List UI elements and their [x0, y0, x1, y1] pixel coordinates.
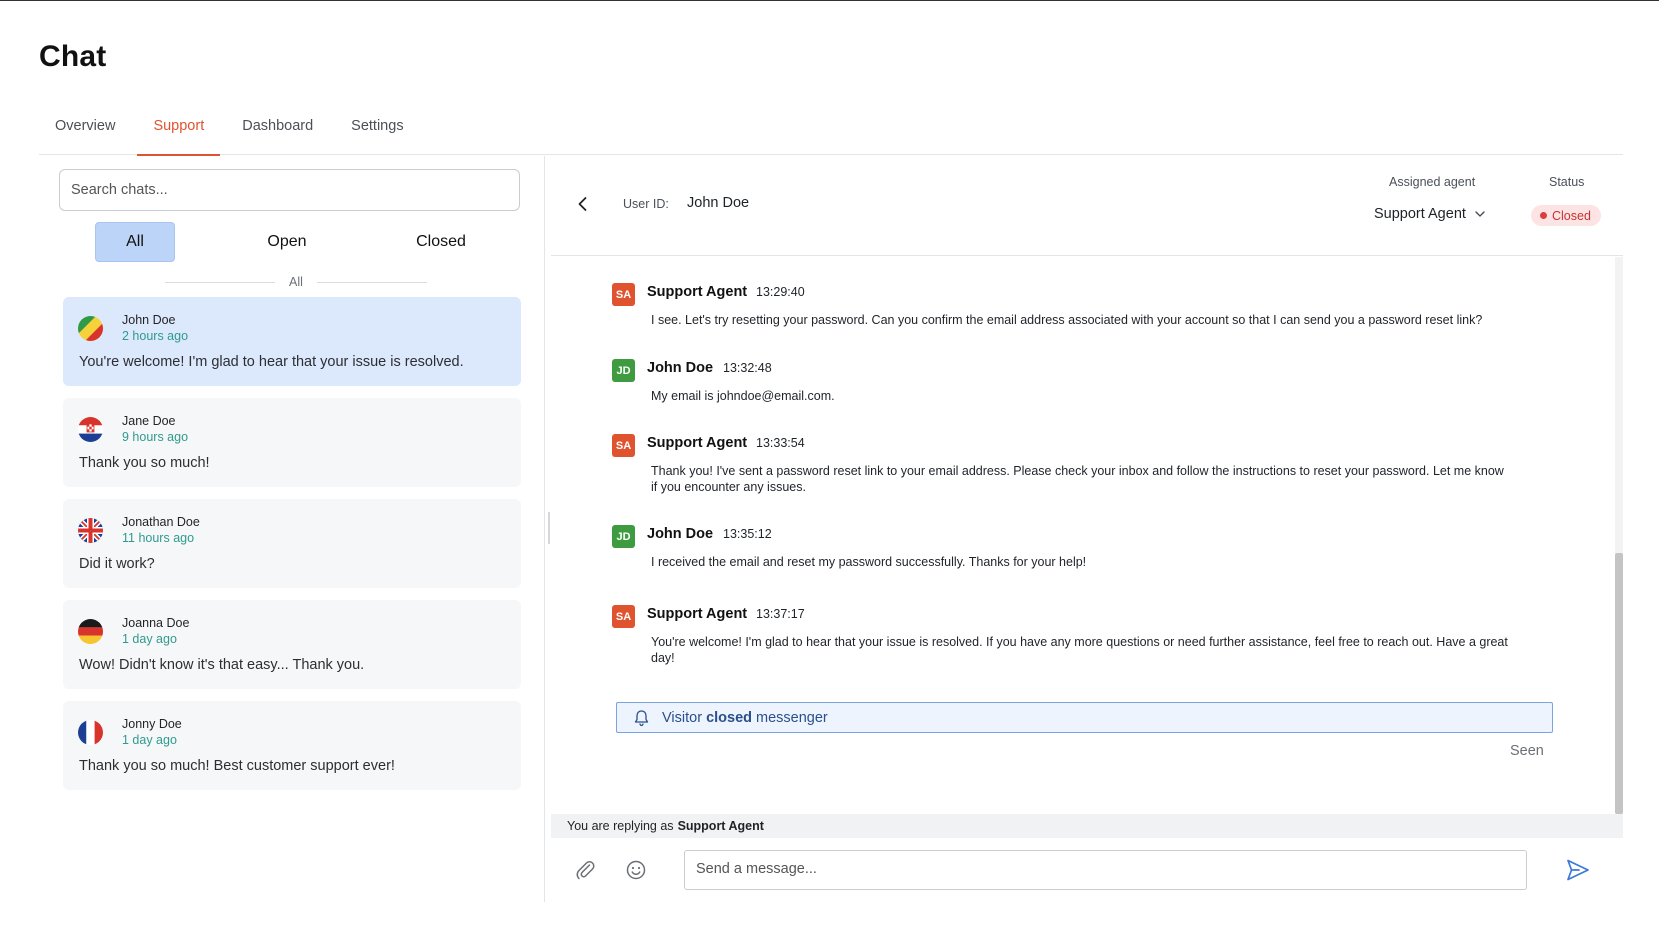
- divider-line-right: [316, 281, 427, 283]
- tab-support[interactable]: Support: [137, 106, 221, 156]
- croatia-flag-icon: [78, 417, 103, 442]
- avatar: JD: [612, 359, 635, 382]
- chevron-left-icon: [578, 197, 587, 211]
- tab-dashboard[interactable]: Dashboard: [226, 106, 329, 155]
- chat-preview: Thank you so much!: [79, 455, 210, 471]
- chat-list-item[interactable]: Joanna Doe 1 day ago Wow! Didn't know it…: [63, 600, 521, 689]
- message-time: 13:37:17: [756, 607, 805, 621]
- filter-closed-button[interactable]: Closed: [401, 222, 481, 262]
- chat-preview: Did it work?: [79, 556, 155, 572]
- chat-list: John Doe 2 hours ago You're welcome! I'm…: [63, 297, 521, 802]
- attach-button[interactable]: [573, 858, 597, 882]
- visitor-closed-notice: Visitor closed messenger: [616, 702, 1553, 733]
- message-sender: Support Agent: [647, 435, 748, 451]
- emoji-button[interactable]: [624, 858, 648, 882]
- divider-line-left: [165, 281, 276, 283]
- send-button[interactable]: [1565, 857, 1591, 883]
- back-button[interactable]: [573, 194, 593, 214]
- chat-list-item[interactable]: Jane Doe 9 hours ago Thank you so much!: [63, 398, 521, 487]
- message-sender: Support Agent: [647, 606, 748, 622]
- paperclip-icon: [576, 860, 595, 880]
- message-input[interactable]: [684, 850, 1527, 890]
- germany-flag-icon: [78, 619, 103, 644]
- message-time: 13:35:12: [723, 527, 772, 541]
- chat-preview: You're welcome! I'm glad to hear that yo…: [79, 354, 464, 370]
- avatar: SA: [612, 283, 635, 306]
- window-top-border: [0, 0, 1659, 1]
- message-text: I received the email and reset my passwo…: [651, 555, 1087, 569]
- scrollbar-thumb[interactable]: [1615, 553, 1623, 814]
- chat-timestamp: 9 hours ago: [122, 430, 189, 444]
- chat-preview: Thank you so much! Best customer support…: [79, 758, 395, 774]
- filter-all-button[interactable]: All: [95, 222, 175, 262]
- status-dot-icon: [1540, 212, 1547, 219]
- avatar: SA: [612, 605, 635, 628]
- france-flag-icon: [78, 720, 103, 745]
- message-time: 13:29:40: [756, 285, 805, 299]
- chevron-down-icon: [1475, 211, 1485, 217]
- send-icon: [1567, 859, 1589, 881]
- scrollbar-track[interactable]: [1615, 257, 1623, 814]
- seen-indicator: Seen: [1510, 743, 1544, 759]
- bell-icon: [634, 709, 649, 726]
- chat-timestamp: 2 hours ago: [122, 329, 189, 343]
- search-input[interactable]: [59, 169, 520, 211]
- message-time: 13:33:54: [756, 436, 805, 450]
- tab-settings[interactable]: Settings: [335, 106, 419, 155]
- message-composer: [551, 838, 1623, 902]
- chat-contact-name: Jane Doe: [122, 414, 176, 428]
- chat-list-item[interactable]: Jonny Doe 1 day ago Thank you so much! B…: [63, 701, 521, 790]
- tab-overview[interactable]: Overview: [39, 106, 131, 155]
- status-value: Closed: [1552, 208, 1591, 223]
- uk-flag-icon: [78, 518, 103, 543]
- chat-timestamp: 11 hours ago: [122, 531, 195, 545]
- chat-list-item[interactable]: John Doe 2 hours ago You're welcome! I'm…: [63, 297, 521, 386]
- reply-agent: Support Agent: [677, 819, 764, 833]
- event-suffix: messenger: [756, 709, 828, 726]
- chat-contact-name: John Doe: [122, 313, 176, 327]
- page-title: Chat: [39, 40, 107, 73]
- assigned-agent-value: Support Agent: [1374, 206, 1466, 222]
- chat-list-panel: All Open Closed All John Doe 2 hours ago…: [39, 156, 545, 902]
- chat-list-item[interactable]: Jonathan Doe 11 hours ago Did it work?: [63, 499, 521, 588]
- event-prefix: Visitor: [662, 709, 703, 726]
- status-badge: Closed: [1531, 205, 1601, 226]
- message-time: 13:32:48: [723, 361, 772, 375]
- chat-preview: Wow! Didn't know it's that easy... Thank…: [79, 657, 365, 673]
- congo-flag-icon: [78, 316, 103, 341]
- chat-timestamp: 1 day ago: [122, 632, 177, 646]
- group-divider: All: [165, 272, 427, 292]
- event-emphasis: closed: [706, 709, 752, 726]
- assigned-agent-label: Assigned agent: [1389, 175, 1476, 189]
- filter-open-button[interactable]: Open: [247, 222, 327, 262]
- chat-contact-name: Jonathan Doe: [122, 515, 200, 529]
- status-label: Status: [1549, 175, 1585, 189]
- user-id-label: User ID:: [623, 197, 669, 211]
- avatar: JD: [612, 525, 635, 548]
- message-sender: John Doe: [647, 526, 714, 542]
- smiley-icon: [626, 860, 646, 880]
- event-text: Visitor closed messenger: [662, 710, 828, 726]
- chat-filter-group: All Open Closed: [59, 222, 529, 262]
- user-id-value: John Doe: [687, 195, 750, 211]
- panel-resize-handle[interactable]: [548, 512, 550, 544]
- message-text: You're welcome! I'm glad to hear that yo…: [651, 635, 1508, 665]
- conversation-header: User ID: John Doe Assigned agent Support…: [551, 156, 1623, 256]
- message-thread[interactable]: SA Support Agent 13:29:40 I see. Let's t…: [551, 257, 1623, 814]
- chat-timestamp: 1 day ago: [122, 733, 177, 747]
- reply-prefix: You are replying as: [567, 819, 674, 833]
- message-text: My email is johndoe@email.com.: [651, 389, 835, 403]
- conversation-panel: User ID: John Doe Assigned agent Support…: [551, 156, 1623, 902]
- tab-bar: Overview Support Dashboard Settings: [39, 106, 1623, 156]
- message-sender: John Doe: [647, 360, 714, 376]
- chat-contact-name: Joanna Doe: [122, 616, 190, 630]
- message-text: Thank you! I've sent a password reset li…: [651, 464, 1504, 494]
- avatar: SA: [612, 434, 635, 457]
- chat-contact-name: Jonny Doe: [122, 717, 182, 731]
- message-text: I see. Let's try resetting your password…: [651, 313, 1483, 327]
- assigned-agent-dropdown[interactable]: Support Agent: [1374, 206, 1486, 222]
- message-sender: Support Agent: [647, 284, 748, 300]
- replying-as-bar: You are replying as Support Agent: [551, 814, 1623, 838]
- group-label: All: [289, 275, 303, 289]
